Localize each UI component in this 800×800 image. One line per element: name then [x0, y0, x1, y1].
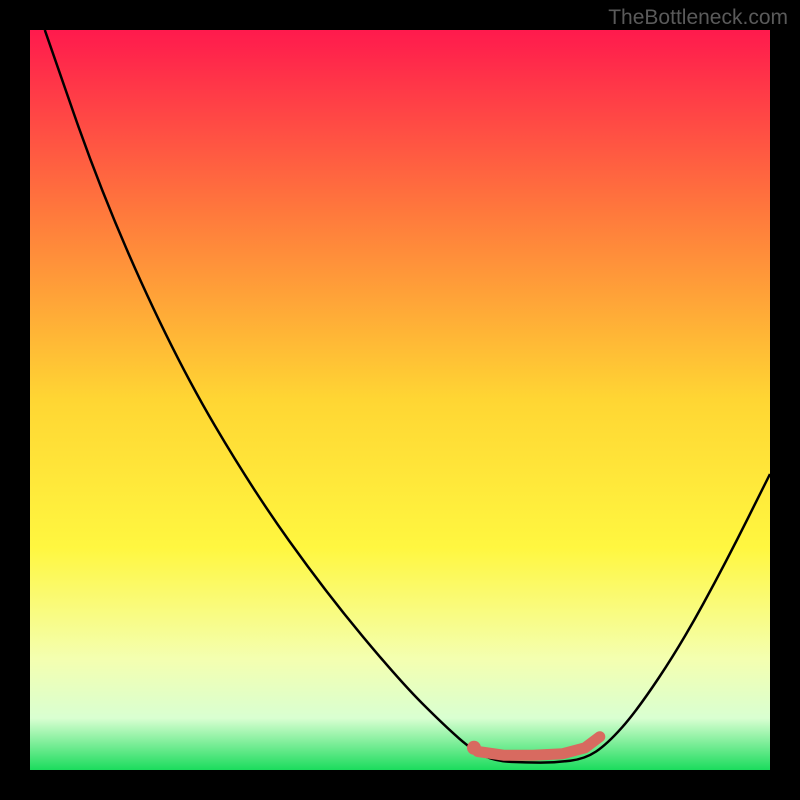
chart-svg	[30, 30, 770, 770]
chart-area	[30, 30, 770, 770]
watermark-text: TheBottleneck.com	[608, 6, 788, 30]
gradient-background	[30, 30, 770, 770]
highlight-dot	[467, 741, 481, 755]
